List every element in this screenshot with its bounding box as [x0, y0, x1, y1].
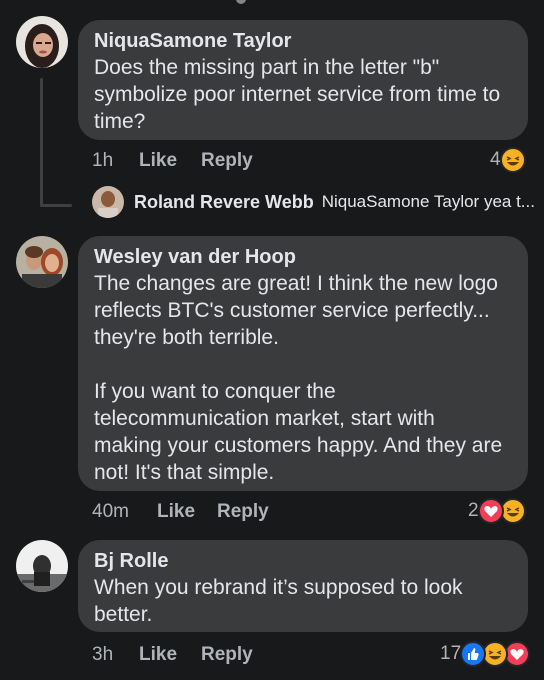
comment-bubble: NiquaSamone Taylor Does the missing part…	[78, 20, 528, 140]
haha-icon	[482, 641, 509, 667]
avatar[interactable]	[16, 16, 68, 68]
reaction-count: 17	[440, 643, 462, 664]
comment-actions: 40m Like Reply	[92, 501, 269, 523]
thread-connector-branch	[40, 204, 72, 207]
reaction-count: 4	[490, 149, 501, 170]
avatar[interactable]	[16, 236, 68, 288]
comment-actions: 1h Like Reply	[92, 150, 253, 172]
like-button[interactable]: Like	[139, 644, 201, 666]
comment-author[interactable]: NiquaSamone Taylor	[94, 28, 512, 54]
comment-text: The changes are great! I think the new l…	[94, 272, 503, 484]
comment-bubble: Wesley van der Hoop The changes are grea…	[78, 236, 528, 491]
reply-button[interactable]: Reply	[201, 644, 253, 666]
avatar[interactable]	[16, 540, 68, 592]
comment-text: When you rebrand it’s supposed to look b…	[94, 576, 463, 626]
reply-author[interactable]: Roland Revere Webb	[134, 192, 314, 213]
reaction-summary[interactable]: 17	[440, 641, 531, 667]
reply-button[interactable]: Reply	[201, 150, 253, 172]
reaction-summary[interactable]: 2	[468, 498, 526, 524]
haha-icon	[499, 147, 526, 173]
reply-preview[interactable]: Roland Revere Webb NiquaSamone Taylor ye…	[92, 186, 535, 218]
comment-author[interactable]: Bj Rolle	[94, 548, 512, 574]
comment-timestamp[interactable]: 3h	[92, 644, 139, 666]
reaction-count: 2	[468, 500, 479, 521]
comment-author[interactable]: Wesley van der Hoop	[94, 244, 512, 270]
reaction-summary[interactable]: 4	[490, 147, 526, 173]
like-button[interactable]: Like	[157, 501, 217, 523]
comment-timestamp[interactable]: 40m	[92, 501, 157, 523]
reply-text: NiquaSamone Taylor yea t...	[321, 192, 535, 211]
like-icon	[460, 641, 487, 667]
love-icon	[504, 641, 531, 667]
comment-timestamp[interactable]: 1h	[92, 150, 139, 172]
comment-text: Does the missing part in the letter "b" …	[94, 56, 501, 133]
reply-button[interactable]: Reply	[217, 501, 269, 523]
avatar[interactable]	[92, 186, 124, 218]
previous-comment-fragment	[236, 0, 246, 4]
comment-bubble: Bj Rolle When you rebrand it’s supposed …	[78, 540, 528, 632]
thread-connector-line	[40, 78, 43, 206]
love-icon	[477, 498, 504, 524]
like-button[interactable]: Like	[139, 150, 201, 172]
comment-actions: 3h Like Reply	[92, 644, 253, 666]
